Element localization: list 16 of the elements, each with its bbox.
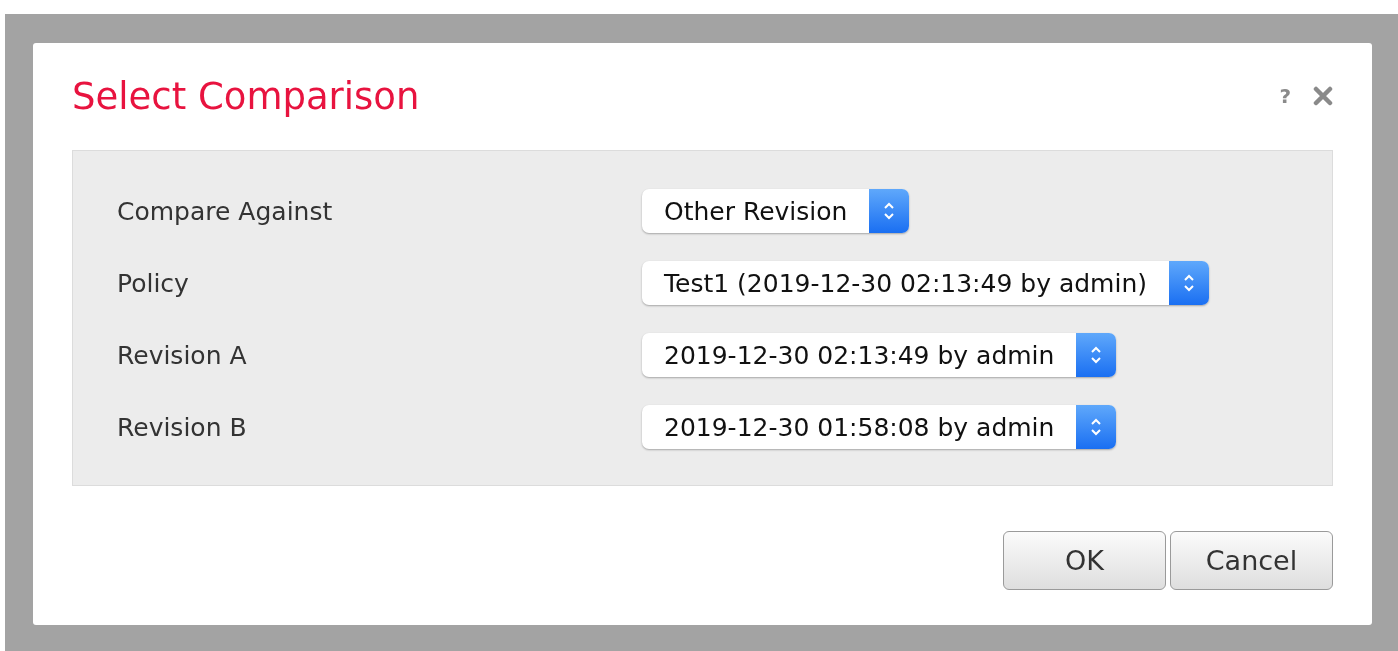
chevron-up-down-icon — [1090, 345, 1103, 365]
dialog-title: Select Comparison — [72, 74, 420, 118]
select-dropdown[interactable]: 2019-12-30 01:58:08 by admin — [642, 405, 1117, 449]
ok-button[interactable]: OK — [1003, 531, 1166, 590]
field-label: Revision A — [117, 340, 248, 370]
field-label: Compare Against — [117, 196, 334, 226]
select-dropdown[interactable]: 2019-12-30 02:13:49 by admin — [642, 333, 1117, 377]
select-dropdown[interactable]: Test1 (2019-12-30 02:13:49 by admin) — [642, 261, 1209, 305]
select-dropdown[interactable]: Other Revision — [642, 189, 910, 233]
field-label: Policy — [117, 268, 190, 298]
cancel-button[interactable]: Cancel — [1170, 531, 1333, 590]
chevron-up-down-icon — [1090, 417, 1103, 437]
chevron-up-down-icon — [1183, 273, 1195, 293]
close-icon[interactable] — [1313, 86, 1333, 106]
field-label: Revision B — [117, 412, 248, 442]
chevron-up-down-icon — [883, 201, 896, 221]
